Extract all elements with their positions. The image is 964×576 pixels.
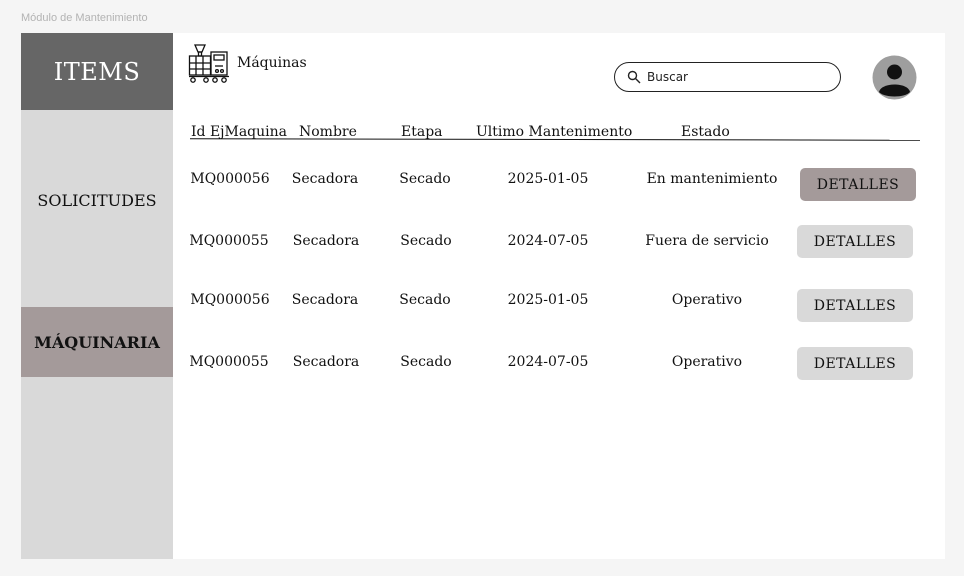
detalles-button[interactable]: DETALLES [800, 168, 916, 201]
cell-id: MQ000055 [189, 233, 269, 249]
detalles-button[interactable]: DETALLES [797, 289, 913, 322]
sidebar-brand: ITEMS [21, 33, 173, 110]
cell-id: MQ000055 [189, 354, 269, 370]
detalles-button[interactable]: DETALLES [797, 347, 913, 380]
column-header-etapa: Etapa [401, 124, 443, 140]
detalles-button[interactable]: DETALLES [797, 225, 913, 258]
sidebar-item-solicitudes[interactable]: SOLICITUDES [21, 180, 173, 220]
cell-id: MQ000056 [190, 292, 270, 308]
cell-id: MQ000056 [190, 171, 270, 187]
cell-etapa: Secado [400, 354, 452, 370]
search-icon [627, 70, 641, 84]
user-avatar-icon[interactable] [872, 55, 917, 100]
cell-nombre: Secadora [292, 354, 360, 370]
cell-ultimo-mantenimiento: 2024-07-05 [507, 233, 589, 249]
app-frame: ITEMS SOLICITUDES MÁQUINARIA Máquinas Bu… [21, 33, 945, 559]
cell-ultimo-mantenimiento: 2025-01-05 [507, 171, 589, 187]
cell-nombre: Secadora [291, 292, 359, 308]
cell-ultimo-mantenimiento: 2024-07-05 [507, 354, 589, 370]
cell-ultimo-mantenimiento: 2025-01-05 [507, 292, 589, 308]
cell-estado: Operativo [671, 292, 743, 308]
column-header-estado: Estado [681, 124, 730, 140]
machine-icon [188, 44, 229, 83]
frame-label: Módulo de Mantenimiento [21, 12, 148, 24]
cell-estado: En mantenimiento [646, 171, 778, 187]
search-input[interactable] [645, 69, 829, 85]
sidebar-item-maquinaria[interactable]: MÁQUINARIA [21, 307, 173, 377]
cell-nombre: Secadora [292, 233, 360, 249]
cell-etapa: Secado [400, 233, 452, 249]
cell-estado: Operativo [671, 354, 743, 370]
search-box[interactable] [614, 62, 841, 92]
column-header-ultimo-mantenimiento: Ultimo Mantenimento [476, 124, 633, 140]
cell-estado: Fuera de servicio [645, 233, 769, 249]
cell-etapa: Secado [399, 171, 451, 187]
cell-etapa: Secado [399, 292, 451, 308]
cell-nombre: Secadora [291, 171, 359, 187]
page-title: Máquinas [237, 55, 307, 71]
sidebar: ITEMS SOLICITUDES MÁQUINARIA [21, 33, 173, 559]
